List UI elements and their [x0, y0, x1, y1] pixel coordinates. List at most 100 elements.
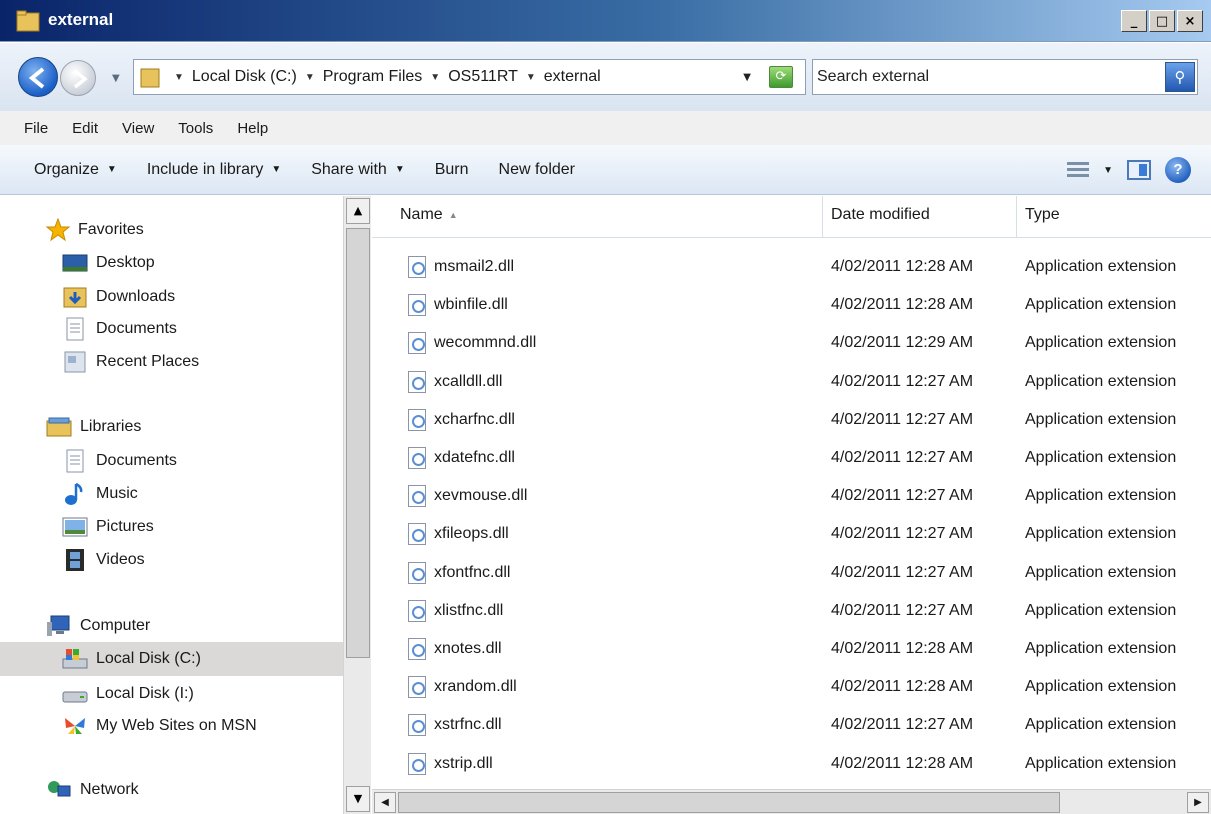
- table-row[interactable]: xcharfnc.dll 4/02/2011 12:27 AM Applicatio…: [372, 401, 1211, 439]
- breadcrumb-separator-icon[interactable]: ▼: [305, 68, 315, 86]
- table-row[interactable]: xlistfnc.dll 4/02/2011 12:27 AM Applicatio…: [372, 592, 1211, 630]
- menu-tools[interactable]: Tools: [178, 120, 213, 137]
- scrollbar-thumb[interactable]: [398, 792, 1060, 813]
- file-type: Application extension: [1025, 449, 1177, 467]
- table-row[interactable]: wecommnd.dll 4/02/2011 12:29 AM Applicatio…: [372, 324, 1211, 362]
- include-in-library-button[interactable]: Include in library ▼: [147, 161, 281, 179]
- table-row[interactable]: xfileops.dll 4/02/2011 12:27 AM Applicatio…: [372, 515, 1211, 553]
- scroll-left-icon[interactable]: ◀: [374, 792, 396, 813]
- nav-music[interactable]: Music: [62, 482, 138, 506]
- horizontal-scrollbar[interactable]: ◀ ▶: [372, 789, 1211, 814]
- burn-button[interactable]: Burn: [435, 161, 469, 179]
- nav-pictures[interactable]: Pictures: [62, 515, 154, 539]
- navigation-scrollbar[interactable]: ▲ ▼: [343, 196, 371, 814]
- close-button[interactable]: ×: [1177, 10, 1203, 32]
- table-row[interactable]: xstrfnc.dll 4/02/2011 12:27 AM Application…: [372, 706, 1211, 744]
- back-button[interactable]: [18, 57, 58, 97]
- table-row[interactable]: xdatefnc.dll 4/02/2011 12:27 AM Applicatio…: [372, 439, 1211, 477]
- nav-network[interactable]: Network: [46, 778, 139, 802]
- search-box[interactable]: ⚲: [812, 59, 1198, 95]
- nav-videos[interactable]: Videos: [62, 548, 145, 572]
- recent-pages-chevron-icon[interactable]: ▼: [112, 73, 120, 84]
- share-with-label: Share with: [311, 160, 387, 178]
- table-row[interactable]: xnotes.dll 4/02/2011 12:28 AM Application …: [372, 630, 1211, 668]
- organize-button[interactable]: Organize ▼: [34, 161, 117, 179]
- file-name: xstrfnc.dll: [434, 716, 502, 734]
- nav-videos-label: Videos: [96, 551, 145, 568]
- file-name-cell: xrandom.dll: [372, 676, 823, 699]
- nav-libraries[interactable]: Libraries: [46, 416, 141, 438]
- file-name-cell: xlistfnc.dll: [372, 599, 823, 622]
- breadcrumb-item[interactable]: external: [544, 68, 601, 86]
- nav-favorites[interactable]: Favorites: [46, 218, 144, 242]
- menu-edit[interactable]: Edit: [72, 120, 98, 137]
- breadcrumb-item[interactable]: Local Disk (C:): [192, 68, 297, 86]
- share-with-button[interactable]: Share with ▼: [311, 161, 405, 179]
- address-history-chevron-icon[interactable]: ▼: [743, 72, 751, 83]
- document-icon: [66, 317, 84, 341]
- column-header-type[interactable]: Type: [1017, 196, 1211, 238]
- scroll-up-icon[interactable]: ▲: [346, 198, 370, 224]
- column-headers: Name ▲ Date modified Type: [372, 196, 1211, 238]
- breadcrumb-item[interactable]: OS511RT: [448, 68, 518, 86]
- table-row[interactable]: xrandom.dll 4/02/2011 12:28 AM Application…: [372, 668, 1211, 706]
- address-bar[interactable]: ▼ Local Disk (C:) ▼ Program Files ▼ OS51…: [133, 59, 806, 95]
- breadcrumb-item[interactable]: Program Files: [323, 68, 423, 86]
- nav-local-disk-c[interactable]: Local Disk (C:): [0, 642, 343, 676]
- breadcrumb-separator-icon[interactable]: ▼: [430, 68, 440, 86]
- chevron-down-icon: ▼: [271, 164, 282, 175]
- command-bar: Organize ▼ Include in library ▼ Share wi…: [0, 145, 1211, 195]
- scroll-right-icon[interactable]: ▶: [1187, 792, 1209, 813]
- file-name: msmail2.dll: [434, 258, 515, 276]
- view-options-chevron-icon[interactable]: ▼: [1103, 165, 1113, 176]
- file-date-modified: 4/02/2011 12:28 AM: [831, 754, 974, 772]
- menu-file[interactable]: File: [24, 120, 48, 137]
- nav-favorites-label: Favorites: [78, 221, 144, 238]
- breadcrumb-separator-icon[interactable]: ▼: [526, 68, 536, 86]
- preview-pane-icon[interactable]: [1127, 160, 1151, 180]
- breadcrumb: ▼ Local Disk (C:) ▼ Program Files ▼ OS51…: [174, 68, 601, 86]
- breadcrumb-separator-icon[interactable]: ▼: [174, 68, 184, 86]
- change-view-icon[interactable]: [1067, 159, 1090, 181]
- file-name: wecommnd.dll: [434, 334, 537, 352]
- scrollbar-thumb[interactable]: [346, 228, 370, 658]
- column-header-date-modified[interactable]: Date modified: [823, 196, 1017, 238]
- dll-file-icon: [408, 294, 426, 317]
- search-button[interactable]: ⚲: [1165, 62, 1195, 92]
- file-date-modified: 4/02/2011 12:28 AM: [831, 258, 974, 276]
- menu-view[interactable]: View: [122, 120, 154, 137]
- scroll-down-icon[interactable]: ▼: [346, 786, 370, 812]
- drive-icon: [62, 691, 88, 703]
- nav-my-web-sites-msn[interactable]: My Web Sites on MSN: [62, 714, 257, 738]
- table-row[interactable]: xstrip.dll 4/02/2011 12:28 AM Application …: [372, 744, 1211, 782]
- nav-documents[interactable]: Documents: [62, 317, 177, 341]
- table-row[interactable]: xcalldll.dll 4/02/2011 12:27 AM Applicatio…: [372, 363, 1211, 401]
- search-input[interactable]: [817, 63, 1157, 91]
- recent-places-icon: [64, 351, 86, 373]
- file-type: Application extension: [1025, 487, 1177, 505]
- new-folder-button[interactable]: New folder: [499, 161, 575, 179]
- menu-help[interactable]: Help: [237, 120, 268, 137]
- nav-network-label: Network: [80, 781, 139, 798]
- file-name-cell: xdatefnc.dll: [372, 447, 823, 470]
- pictures-icon: [62, 517, 88, 537]
- nav-recent-places[interactable]: Recent Places: [62, 350, 199, 374]
- library-icon: [46, 417, 72, 437]
- file-date-modified: 4/02/2011 12:27 AM: [831, 487, 974, 505]
- table-row[interactable]: wbinfile.dll 4/02/2011 12:28 AM Applicatio…: [372, 286, 1211, 324]
- nav-library-documents[interactable]: Documents: [62, 449, 177, 473]
- minimize-button[interactable]: _: [1121, 10, 1147, 32]
- nav-computer[interactable]: Computer: [46, 614, 150, 638]
- column-header-name[interactable]: Name ▲: [372, 196, 823, 238]
- forward-button[interactable]: [60, 60, 96, 96]
- table-row[interactable]: xfontfnc.dll 4/02/2011 12:27 AM Applicatio…: [372, 554, 1211, 592]
- help-icon[interactable]: ?: [1165, 157, 1191, 183]
- maximize-button[interactable]: □: [1149, 10, 1175, 32]
- nav-local-disk-i[interactable]: Local Disk (I:): [62, 682, 194, 706]
- file-type: Application extension: [1025, 601, 1177, 619]
- table-row[interactable]: xevmouse.dll 4/02/2011 12:27 AM Applicatio…: [372, 477, 1211, 515]
- table-row[interactable]: msmail2.dll 4/02/2011 12:28 AM Application…: [372, 248, 1211, 286]
- nav-desktop[interactable]: Desktop: [62, 252, 155, 274]
- nav-downloads[interactable]: Downloads: [62, 285, 175, 309]
- refresh-button[interactable]: ⟳: [769, 66, 793, 88]
